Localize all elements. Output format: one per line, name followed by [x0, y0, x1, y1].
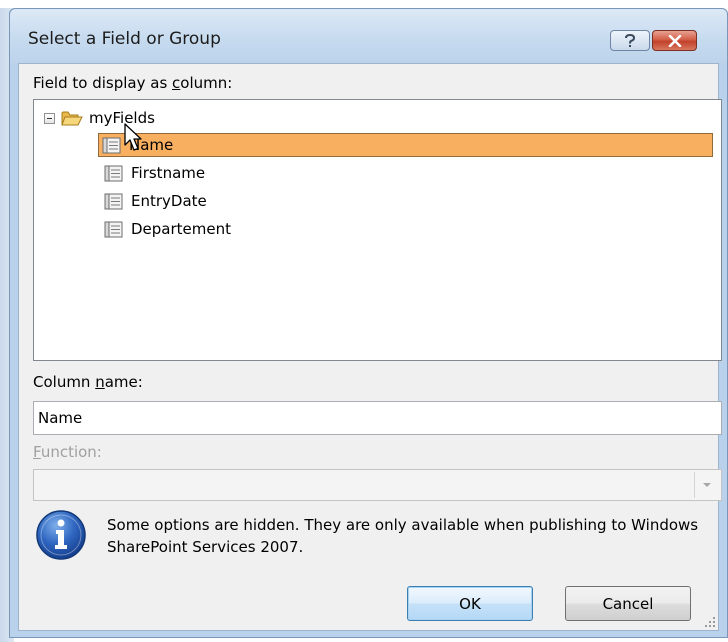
folder-open-icon	[61, 111, 83, 125]
tree-item-departement[interactable]: Departement	[100, 217, 231, 241]
help-button[interactable]	[610, 30, 650, 51]
column-name-label: Column name:	[33, 373, 143, 391]
collapse-toggle[interactable]	[44, 112, 55, 124]
field-to-display-label: Field to display as column:	[33, 74, 232, 92]
field-tree[interactable]: myFields Name Firstname EntryDate Depart…	[33, 99, 722, 361]
desktop-edge	[0, 0, 14, 8]
field-icon	[104, 165, 123, 181]
tree-item-label: Firstname	[131, 164, 206, 182]
field-icon	[102, 137, 121, 153]
function-label: Function:	[33, 443, 102, 461]
close-button[interactable]	[652, 30, 697, 51]
cancel-button[interactable]: Cancel	[565, 586, 691, 621]
tree-item-label: EntryDate	[131, 192, 207, 210]
dialog-title: Select a Field or Group	[28, 29, 221, 49]
title-bar[interactable]: Select a Field or Group	[10, 9, 727, 63]
close-x-icon	[668, 34, 681, 47]
column-label-accel: n	[95, 373, 105, 391]
tree-item-entrydate[interactable]: EntryDate	[100, 189, 207, 213]
function-label-suffix: unction:	[40, 443, 102, 461]
tree-item-name[interactable]: Name	[98, 133, 713, 157]
chevron-down-icon	[703, 483, 711, 487]
column-name-input[interactable]: Name	[33, 401, 722, 435]
field-icon	[104, 193, 123, 209]
dropdown-button[interactable]	[694, 472, 719, 498]
info-icon	[36, 510, 86, 560]
mouse-cursor-icon	[124, 123, 142, 151]
function-dropdown[interactable]	[33, 469, 722, 501]
help-question-icon	[625, 33, 636, 47]
tree-item-firstname[interactable]: Firstname	[100, 161, 205, 185]
field-label-suffix: olumn:	[180, 74, 233, 92]
field-label-prefix: Field to display as	[33, 74, 173, 92]
field-icon	[104, 221, 123, 237]
info-message: Some options are hidden. They are only a…	[107, 516, 699, 556]
tree-root-label: myFields	[89, 109, 155, 127]
dialog-body: Field to display as column: myFields Nam…	[18, 63, 722, 631]
select-field-dialog: Select a Field or Group Field to display…	[9, 8, 728, 638]
column-label-suffix: ame:	[104, 373, 143, 391]
resize-grip-icon[interactable]	[704, 616, 716, 628]
tree-item-label: Departement	[131, 220, 231, 238]
column-label-prefix: Column	[33, 373, 96, 391]
function-label-accel: F	[33, 443, 41, 461]
ok-button[interactable]: OK	[407, 586, 533, 621]
